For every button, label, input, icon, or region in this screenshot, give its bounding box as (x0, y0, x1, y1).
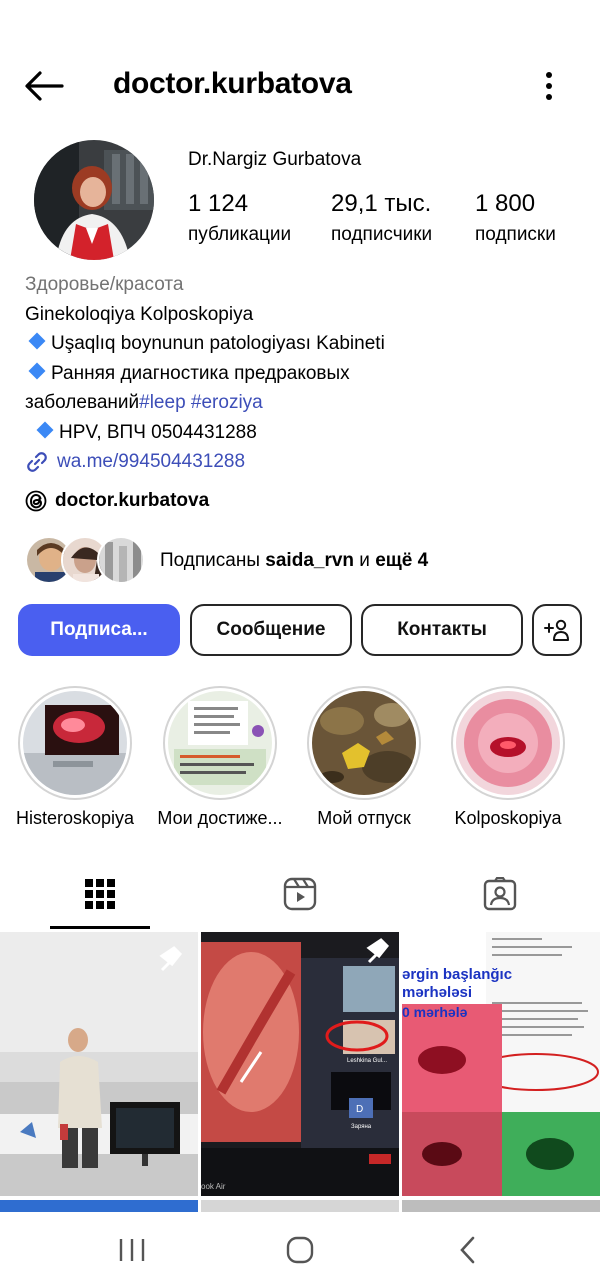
highlight-label: Мой отпуск (317, 808, 411, 828)
grid-icon (85, 879, 115, 909)
bio-line-text: HPV, ВПЧ 0504431288 (59, 421, 257, 443)
highlight-ring (451, 686, 565, 800)
follower-avatars (25, 536, 151, 586)
post-overlay-title: ərgin başlanğıc (402, 966, 513, 983)
tab-reels[interactable] (200, 858, 400, 930)
post-tile-label: Заряна (351, 1124, 372, 1130)
post-thumbnail-partial[interactable] (402, 1200, 600, 1212)
contacts-button[interactable]: Контакты (361, 604, 523, 656)
bio-line: HPV, ВПЧ 0504431288 (25, 418, 585, 448)
highlight-cover (312, 691, 416, 795)
blue-diamond-icon (28, 332, 46, 350)
bio-link-text: wa.me/994504431288 (57, 451, 246, 472)
highlight-ring (163, 686, 277, 800)
highlight-cover (23, 691, 127, 795)
post-thumbnail[interactable] (0, 932, 198, 1196)
post-thumbnail[interactable]: ərgin başlanğıc mərhələsi 0 mərhələ (402, 932, 600, 1196)
bio-line: Ginekoloqiya Kolposkopiya (25, 303, 254, 325)
home-button[interactable] (270, 1230, 330, 1270)
post-thumbnail-partial[interactable] (201, 1200, 399, 1212)
followed-by-prefix: Подписаны (160, 550, 266, 571)
following-count: 1 800 (475, 190, 536, 217)
arrow-left-icon (25, 71, 64, 101)
story-highlight[interactable]: Histeroskopiya (15, 686, 135, 828)
back-nav-button[interactable] (438, 1230, 498, 1270)
profile-bio: Здоровье/красота Ginekoloqiya Kolposkopi… (25, 270, 585, 477)
message-button[interactable]: Сообщение (190, 604, 352, 656)
story-highlight[interactable]: Мой отпуск (304, 686, 424, 828)
add-person-icon (544, 619, 569, 641)
following-label: подписки (475, 224, 556, 245)
more-vertical-icon (546, 72, 552, 100)
followed-by-user: saida_rvn (265, 550, 355, 571)
subscribe-button[interactable]: Подписа... (18, 604, 180, 656)
post-tile: D (356, 1104, 364, 1115)
threads-badge[interactable]: doctor.kurbatova (25, 490, 209, 512)
blue-diamond-icon (36, 421, 54, 438)
chevron-left-icon (460, 1236, 475, 1264)
profile-avatar[interactable] (34, 140, 154, 260)
posts-stat[interactable]: 1 124 публикации (188, 190, 291, 246)
suggest-people-button[interactable] (532, 604, 582, 656)
bio-line-text: Uşaqlıq boynunun patologiyası Kabineti (51, 333, 385, 354)
bio-line-text: Ранняя диагностика предраковых (51, 362, 350, 384)
followers-count: 29,1 тыс. (331, 190, 432, 217)
story-highlight[interactable]: Мои достиже... (157, 686, 283, 828)
bio-line: заболеваний#leep #eroziya (25, 388, 585, 418)
post-footer: ook Air (201, 1182, 226, 1191)
home-icon (286, 1236, 314, 1264)
highlight-label: Kolposkopiya (454, 808, 562, 828)
followers-stat[interactable]: 29,1 тыс. подписчики (331, 190, 432, 246)
bio-line: Ранняя диагностика предраковых (25, 359, 585, 389)
hashtag-link[interactable]: #leep (139, 392, 186, 413)
back-button[interactable] (22, 68, 66, 104)
link-icon (27, 451, 47, 472)
highlight-label: Histeroskopiya (15, 808, 135, 828)
system-nav-bar (0, 1212, 600, 1286)
highlight-ring (18, 686, 132, 800)
profile-full-name: Dr.Nargiz Gurbatova (188, 149, 362, 170)
bio-link[interactable]: wa.me/994504431288 (25, 447, 585, 477)
post-thumbnail[interactable]: Leshkina Gul... D Заряна ook Air (201, 932, 399, 1196)
bio-line: Uşaqlıq boynunun patologiyası Kabineti (25, 329, 585, 359)
follower-avatar (97, 536, 145, 584)
tagged-icon (483, 877, 517, 911)
tab-tagged[interactable] (400, 858, 600, 930)
highlight-cover (168, 691, 272, 795)
followed-by-rest: ещё 4 (375, 550, 429, 571)
posts-count: 1 124 (188, 190, 249, 217)
story-highlight[interactable]: Kolposkopiya (448, 686, 568, 828)
hashtag-link[interactable]: #eroziya (191, 392, 263, 413)
posts-grid: Leshkina Gul... D Заряна ook Air ərgin b… (0, 932, 600, 1212)
post-overlay-title: 0 mərhələ (402, 1004, 468, 1020)
recent-apps-icon (119, 1239, 145, 1261)
followed-by-text: Подписаны saida_rvn и ещё 4 (160, 550, 428, 572)
profile-tabs (0, 858, 600, 930)
highlight-ring (307, 686, 421, 800)
post-overlay-title: mərhələsi (402, 984, 473, 1001)
threads-icon (25, 490, 47, 512)
active-tab-indicator (50, 926, 150, 929)
blue-diamond-icon (28, 362, 46, 379)
recent-apps-button[interactable] (102, 1230, 162, 1270)
top-bar: doctor.kurbatova (0, 52, 600, 118)
more-options-button[interactable] (536, 68, 562, 104)
following-stat[interactable]: 1 800 подписки (475, 190, 556, 246)
followed-by-middle: и (354, 550, 376, 571)
profile-username: doctor.kurbatova (113, 67, 352, 100)
highlight-label: Мои достиже... (157, 808, 283, 828)
bio-line-text: заболеваний (25, 392, 140, 413)
profile-category: Здоровье/красота (25, 274, 184, 295)
post-caption: Leshkina Gul... (347, 1058, 388, 1064)
post-thumbnail-partial[interactable] (0, 1200, 198, 1212)
posts-label: публикации (188, 224, 292, 245)
tab-posts-grid[interactable] (0, 858, 200, 930)
highlight-cover (456, 691, 560, 795)
threads-handle: doctor.kurbatova (55, 490, 210, 511)
followers-label: подписчики (331, 224, 433, 245)
followed-by[interactable]: Подписаны saida_rvn и ещё 4 (25, 536, 428, 586)
reels-icon (283, 877, 317, 911)
